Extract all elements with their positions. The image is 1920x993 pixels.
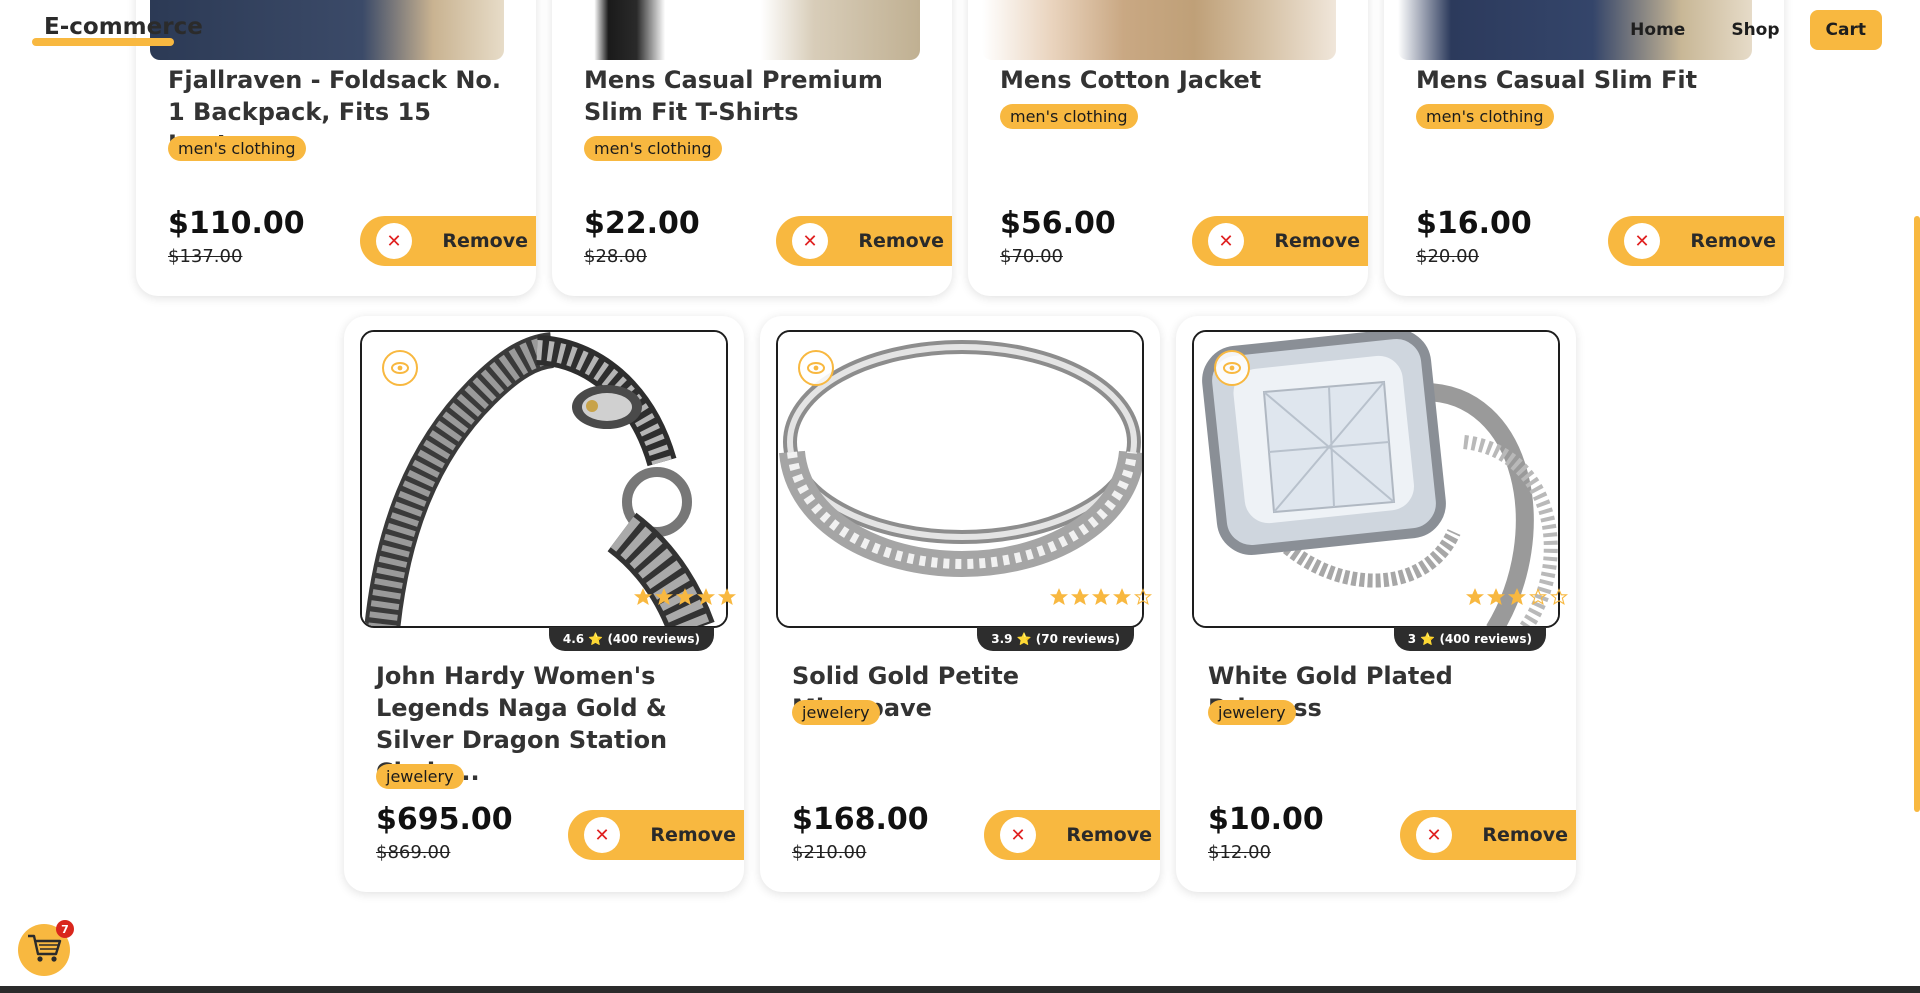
star-icon bbox=[1112, 588, 1132, 610]
star-rating bbox=[633, 588, 737, 610]
close-icon: ✕ bbox=[584, 817, 620, 853]
scrollbar[interactable] bbox=[1914, 216, 1920, 812]
remove-label: Remove bbox=[1274, 230, 1360, 252]
star-icon bbox=[675, 588, 695, 610]
product-price: $110.00 bbox=[168, 206, 305, 241]
nav-shop[interactable]: Shop bbox=[1715, 10, 1795, 50]
star-empty-icon bbox=[1528, 588, 1548, 610]
product-old-price: $70.00 bbox=[1000, 246, 1063, 267]
nav-home[interactable]: Home bbox=[1614, 10, 1701, 50]
main-nav: Home Shop Cart bbox=[1614, 10, 1882, 50]
product-old-price: $12.00 bbox=[1208, 842, 1271, 863]
remove-button[interactable]: ✕ Remove bbox=[1400, 810, 1576, 860]
star-icon bbox=[1486, 588, 1506, 610]
close-icon: ✕ bbox=[1000, 817, 1036, 853]
product-image-fragment bbox=[982, 0, 1336, 60]
product-price: $16.00 bbox=[1416, 206, 1532, 241]
close-icon: ✕ bbox=[376, 223, 412, 259]
remove-button[interactable]: ✕ Remove bbox=[1608, 216, 1784, 266]
remove-label: Remove bbox=[1690, 230, 1776, 252]
close-icon: ✕ bbox=[792, 223, 828, 259]
category-tag: men's clothing bbox=[168, 136, 306, 161]
remove-button[interactable]: ✕ Remove bbox=[1192, 216, 1368, 266]
nav-cart[interactable]: Cart bbox=[1809, 10, 1882, 50]
remove-button[interactable]: ✕ Remove bbox=[568, 810, 744, 860]
remove-button[interactable]: ✕ Remove bbox=[984, 810, 1160, 860]
product-old-price: $137.00 bbox=[168, 246, 243, 267]
product-card: 3 ⭐ (400 reviews) White Gold Plated Prin… bbox=[1176, 316, 1576, 892]
star-icon bbox=[1091, 588, 1111, 610]
close-icon: ✕ bbox=[1416, 817, 1452, 853]
category-tag: men's clothing bbox=[584, 136, 722, 161]
star-icon bbox=[717, 588, 737, 610]
star-rating bbox=[1465, 588, 1569, 610]
category-tag: men's clothing bbox=[1416, 104, 1554, 129]
star-icon bbox=[1070, 588, 1090, 610]
floating-cart-button[interactable]: 7 bbox=[18, 920, 74, 976]
product-price: $695.00 bbox=[376, 802, 513, 837]
rating-summary: 4.6 ⭐ (400 reviews) bbox=[548, 627, 714, 651]
category-tag: jewelery bbox=[792, 700, 880, 725]
princess-ring-image bbox=[1194, 332, 1558, 626]
product-price: $168.00 bbox=[792, 802, 929, 837]
close-icon: ✕ bbox=[1208, 223, 1244, 259]
remove-button[interactable]: ✕ Remove bbox=[360, 216, 536, 266]
header: E-commerce Home Shop Cart bbox=[0, 0, 1920, 60]
product-old-price: $28.00 bbox=[584, 246, 647, 267]
star-icon bbox=[696, 588, 716, 610]
product-card: 3.9 ⭐ (70 reviews) Solid Gold Petite Mic… bbox=[760, 316, 1160, 892]
shopping-cart-icon bbox=[26, 932, 62, 968]
star-empty-icon bbox=[1133, 588, 1153, 610]
star-rating bbox=[1049, 588, 1153, 610]
logo[interactable]: E-commerce bbox=[44, 14, 203, 40]
star-icon bbox=[1465, 588, 1485, 610]
star-icon bbox=[654, 588, 674, 610]
star-icon bbox=[1049, 588, 1069, 610]
product-card: 4.6 ⭐ (400 reviews) John Hardy Women's L… bbox=[344, 316, 744, 892]
product-old-price: $869.00 bbox=[376, 842, 451, 863]
product-image-fragment bbox=[150, 0, 504, 60]
star-empty-icon bbox=[1549, 588, 1569, 610]
rating-summary: 3.9 ⭐ (70 reviews) bbox=[977, 627, 1134, 651]
product-price: $56.00 bbox=[1000, 206, 1116, 241]
category-tag: men's clothing bbox=[1000, 104, 1138, 129]
product-image[interactable] bbox=[360, 330, 728, 628]
product-price: $22.00 bbox=[584, 206, 700, 241]
product-title[interactable]: Mens Casual Slim Fit bbox=[1416, 64, 1756, 96]
product-image[interactable] bbox=[776, 330, 1144, 628]
star-icon bbox=[1507, 588, 1527, 610]
product-price: $10.00 bbox=[1208, 802, 1324, 837]
eye-icon[interactable] bbox=[1214, 350, 1250, 386]
dragon-bracelet-image bbox=[362, 332, 726, 626]
product-title[interactable]: Mens Casual Premium Slim Fit T-Shirts bbox=[584, 64, 924, 128]
eye-icon[interactable] bbox=[382, 350, 418, 386]
category-tag: jewelery bbox=[1208, 700, 1296, 725]
remove-label: Remove bbox=[1482, 824, 1568, 846]
product-old-price: $210.00 bbox=[792, 842, 867, 863]
cart-count-badge: 7 bbox=[56, 920, 74, 938]
remove-button[interactable]: ✕ Remove bbox=[776, 216, 952, 266]
product-image[interactable] bbox=[1192, 330, 1560, 628]
remove-label: Remove bbox=[1066, 824, 1152, 846]
category-tag: jewelery bbox=[376, 764, 464, 789]
product-old-price: $20.00 bbox=[1416, 246, 1479, 267]
product-image-fragment bbox=[566, 0, 920, 60]
footer-edge bbox=[0, 986, 1920, 993]
product-title[interactable]: Mens Cotton Jacket bbox=[1000, 64, 1340, 96]
silver-ring-image bbox=[778, 332, 1142, 626]
remove-label: Remove bbox=[858, 230, 944, 252]
remove-label: Remove bbox=[650, 824, 736, 846]
eye-icon[interactable] bbox=[798, 350, 834, 386]
remove-label: Remove bbox=[442, 230, 528, 252]
star-icon bbox=[633, 588, 653, 610]
close-icon: ✕ bbox=[1624, 223, 1660, 259]
rating-summary: 3 ⭐ (400 reviews) bbox=[1393, 627, 1546, 651]
